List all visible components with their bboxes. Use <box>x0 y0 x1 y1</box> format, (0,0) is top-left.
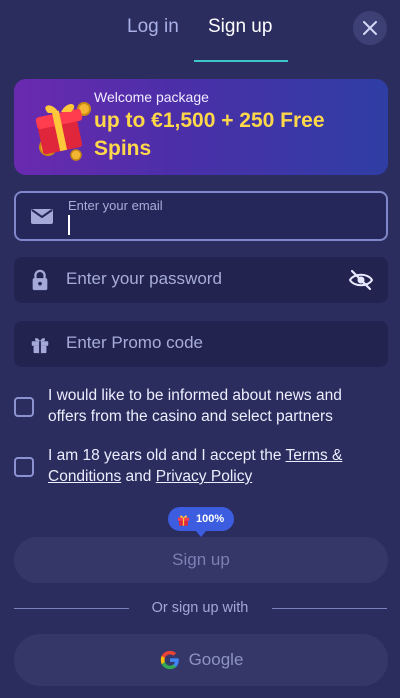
news-consent-text: I would like to be informed about news a… <box>48 387 342 425</box>
google-icon <box>160 650 179 670</box>
privacy-link[interactable]: Privacy Policy <box>156 468 252 485</box>
close-icon <box>363 21 377 35</box>
age-consent-text: I am 18 years old and I accept the Terms… <box>48 445 384 487</box>
lock-icon <box>32 269 48 291</box>
gift-icon <box>31 338 49 354</box>
tab-login[interactable]: Log in <box>127 16 179 38</box>
tab-signup[interactable]: Sign up <box>208 16 272 38</box>
email-field[interactable]: Enter your email <box>14 191 388 241</box>
age-consent-prefix: I am 18 years old and I accept the <box>48 447 286 464</box>
bonus-badge-percent: 100% <box>196 513 225 525</box>
password-field[interactable] <box>14 257 388 303</box>
banner-headline: up to €1,500 + 250 Free Spins <box>94 109 325 160</box>
password-input[interactable] <box>66 269 336 289</box>
gift-box-icon <box>35 102 91 161</box>
signup-button[interactable]: Sign up <box>14 537 388 583</box>
close-button[interactable] <box>353 11 387 45</box>
banner-subtitle: Welcome package <box>94 89 209 105</box>
age-consent-checkbox[interactable] <box>14 457 34 477</box>
welcome-banner: Welcome package up to €1,500 + 250 Free … <box>14 79 388 175</box>
gift-icon <box>177 514 190 526</box>
divider-line-right <box>272 608 387 609</box>
envelope-icon <box>31 209 53 224</box>
promo-field[interactable] <box>14 321 388 367</box>
age-consent-and: and <box>121 468 156 485</box>
google-signup-button[interactable]: Google <box>14 634 388 686</box>
eye-off-icon[interactable] <box>348 268 374 292</box>
bonus-badge: 100% <box>168 507 234 537</box>
email-input[interactable] <box>68 215 368 235</box>
active-tab-underline <box>194 60 288 62</box>
email-label: Enter your email <box>68 198 163 213</box>
auth-tabs: Log in Sign up <box>0 0 400 62</box>
promo-input[interactable] <box>66 333 336 353</box>
google-button-label: Google <box>188 650 244 669</box>
news-consent-checkbox[interactable] <box>14 397 34 417</box>
